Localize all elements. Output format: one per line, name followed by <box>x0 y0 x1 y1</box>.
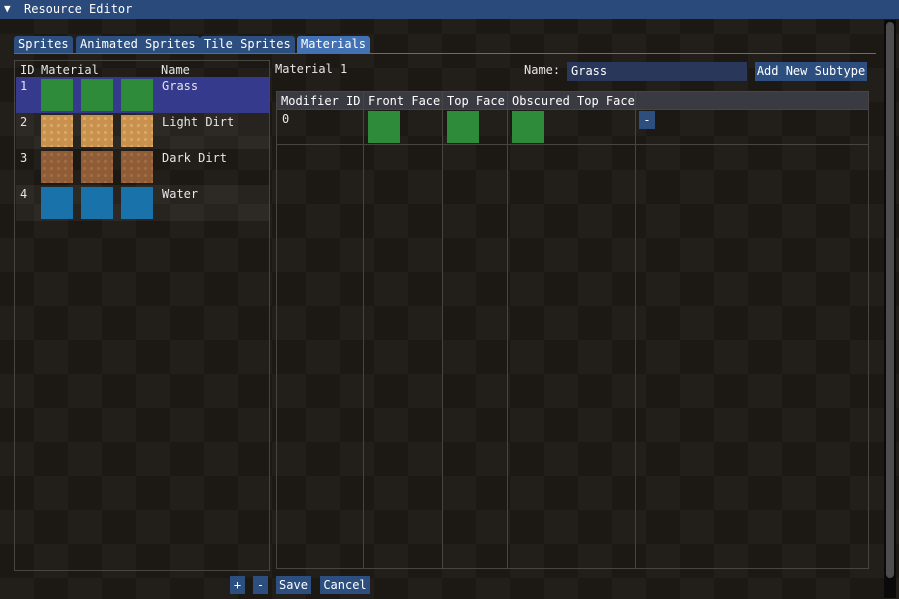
remove-subtype-button[interactable]: - <box>639 111 655 129</box>
column-divider <box>363 92 364 569</box>
material-id: 3 <box>20 151 28 165</box>
grass-front-swatch <box>41 79 73 111</box>
material-id: 1 <box>20 79 28 93</box>
name-column-header: Name <box>161 63 190 77</box>
tab-underline <box>14 53 876 54</box>
save-button[interactable]: Save <box>276 576 311 594</box>
tab-animated-sprites[interactable]: Animated Sprites <box>76 36 200 53</box>
light-dirt-front-swatch <box>41 115 73 147</box>
tab-materials[interactable]: Materials <box>297 36 371 53</box>
material-name: Water <box>162 187 199 201</box>
column-divider <box>635 92 636 569</box>
material-name: Dark Dirt <box>162 151 228 165</box>
material-row-water[interactable]: 4 Water <box>16 185 269 221</box>
top-face-header: Top Face <box>447 94 505 108</box>
dark-dirt-obscured-swatch <box>121 151 153 183</box>
material-row-grass[interactable]: 1 Grass <box>16 77 269 113</box>
obscured-top-face-header: Obscured Top Face <box>512 94 635 108</box>
window-titlebar[interactable]: ▼ Resource Editor <box>0 0 899 19</box>
grass-top-swatch <box>81 79 113 111</box>
dark-dirt-front-swatch <box>41 151 73 183</box>
tab-sprites[interactable]: Sprites <box>14 36 73 53</box>
material-name: Grass <box>162 79 199 93</box>
light-dirt-obscured-swatch <box>121 115 153 147</box>
window-title: Resource Editor <box>24 2 133 16</box>
add-material-button[interactable]: + <box>230 576 245 594</box>
obscured-top-face-swatch[interactable] <box>512 111 544 143</box>
column-divider <box>507 92 508 569</box>
material-name-input[interactable]: Grass <box>567 62 747 81</box>
column-divider <box>442 92 443 569</box>
water-obscured-swatch <box>121 187 153 219</box>
water-front-swatch <box>41 187 73 219</box>
row-divider <box>277 144 868 145</box>
material-row-dark-dirt[interactable]: 3 Dark Dirt <box>16 149 269 185</box>
add-new-subtype-button[interactable]: Add New Subtype <box>755 62 867 81</box>
material-row-light-dirt[interactable]: 2 Light Dirt <box>16 113 269 149</box>
material-id: 2 <box>20 115 28 129</box>
collapse-icon[interactable]: ▼ <box>4 2 11 15</box>
grass-obscured-swatch <box>121 79 153 111</box>
tab-tile-sprites[interactable]: Tile Sprites <box>200 36 295 53</box>
top-face-swatch[interactable] <box>447 111 479 143</box>
front-face-header: Front Face <box>368 94 441 108</box>
material-id: 4 <box>20 187 28 201</box>
subtype-table: Modifier ID Front Face Top Face Obscured… <box>276 91 869 569</box>
dark-dirt-top-swatch <box>81 151 113 183</box>
name-label: Name: <box>524 63 561 77</box>
material-name: Light Dirt <box>162 115 235 129</box>
modifier-id-header: Modifier ID <box>281 94 361 108</box>
material-column-header: Material <box>41 63 99 77</box>
water-top-swatch <box>81 187 113 219</box>
id-column-header: ID <box>20 63 35 77</box>
cancel-button[interactable]: Cancel <box>320 576 370 594</box>
header-divider <box>277 109 868 110</box>
scrollbar-thumb[interactable] <box>886 22 894 578</box>
material-heading: Material 1 <box>275 62 348 76</box>
table-bottom-border <box>276 568 868 569</box>
remove-material-button[interactable]: - <box>253 576 268 594</box>
light-dirt-top-swatch <box>81 115 113 147</box>
front-face-swatch[interactable] <box>368 111 400 143</box>
modifier-id-cell: 0 <box>282 112 290 126</box>
material-list[interactable]: ID Material Name 1 Grass 2 Light Dirt 3 … <box>14 60 270 571</box>
